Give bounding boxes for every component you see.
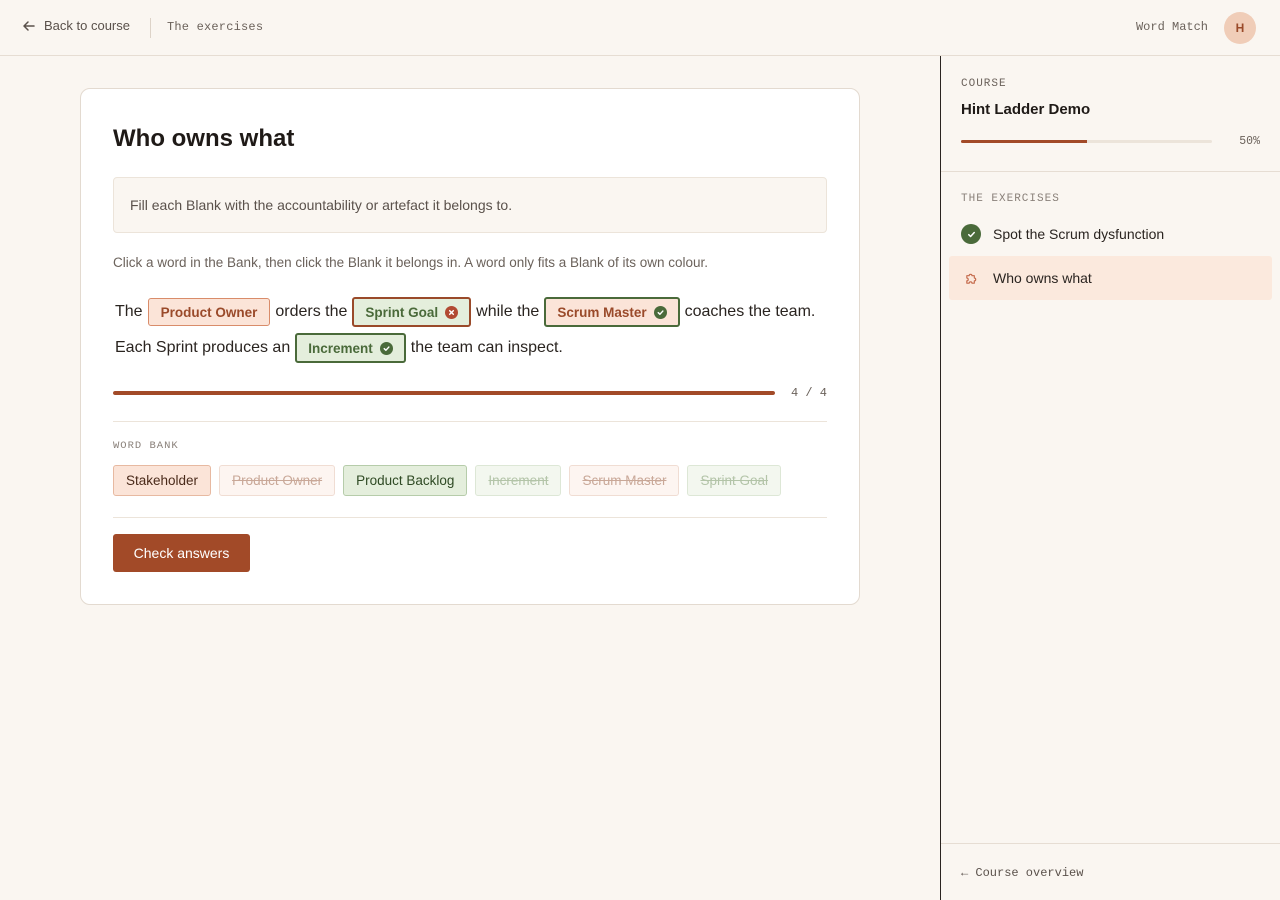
correct-icon <box>379 341 393 355</box>
avatar[interactable]: H <box>1224 12 1256 44</box>
word-chip-product-backlog[interactable]: Product Backlog <box>343 465 468 496</box>
blank-label: Sprint Goal <box>365 304 439 320</box>
blank-label: Scrum Master <box>557 304 647 320</box>
sidebar-item-spot-the-scrum-dysfunction[interactable]: Spot the Scrum dysfunction <box>949 212 1272 256</box>
word-chip-increment: Increment <box>475 465 562 496</box>
check-answers-button[interactable]: Check answers <box>113 534 250 572</box>
word-chip-scrum-master: Scrum Master <box>569 465 680 496</box>
back-label: Back to course <box>44 18 130 33</box>
exercise-title: Who owns what <box>113 125 295 152</box>
course-label: COURSE <box>961 78 1007 90</box>
sidebar-item-who-owns-what[interactable]: Who owns what <box>949 256 1272 300</box>
instruction-box: Fill each Blank with the accountability … <box>113 177 827 233</box>
sentence-line-1: The Product Owner orders the Sprint Goal… <box>113 297 817 327</box>
mode-label: Word Match <box>1135 20 1208 34</box>
course-overview-link[interactable]: ← Course overview <box>961 866 1083 880</box>
word-chip-product-owner: Product Owner <box>219 465 336 496</box>
back-to-course-link[interactable]: Back to course <box>22 18 130 33</box>
top-bar: Back to course The exercises Word Match … <box>0 0 1280 56</box>
incorrect-icon <box>445 305 459 319</box>
puzzle-icon <box>961 268 981 288</box>
fill-progress-count: 4 / 4 <box>790 386 827 400</box>
divider <box>113 517 827 518</box>
blank-label: Product Owner <box>160 304 258 320</box>
correct-icon <box>653 305 667 319</box>
sentence-line-2: Each Sprint produces an Increment the te… <box>113 333 565 363</box>
arrow-left-icon <box>23 20 35 31</box>
course-title: Hint Ladder Demo <box>961 101 1091 118</box>
sentence-text: Each Sprint produces an <box>115 339 291 356</box>
topbar-divider <box>150 18 151 38</box>
divider <box>941 843 1280 844</box>
sentence-text: coaches the team. <box>684 303 816 320</box>
course-progress-fill <box>961 140 1087 143</box>
sentence-text: orders the <box>275 303 348 320</box>
word-bank-label: WORD BANK <box>113 440 179 452</box>
divider <box>113 421 827 422</box>
divider <box>941 171 1280 172</box>
course-progress-percent: 50% <box>1239 135 1260 148</box>
sidebar-item-label: Spot the Scrum dysfunction <box>993 226 1165 242</box>
blank-product-owner[interactable]: Product Owner <box>147 298 271 326</box>
course-sidebar: COURSE Hint Ladder Demo 50% THE EXERCISE… <box>940 56 1280 900</box>
sentence-text: while the <box>476 303 540 320</box>
blank-sprint-goal[interactable]: Sprint Goal <box>352 297 472 327</box>
blank-label: Increment <box>308 340 373 356</box>
check-icon <box>961 224 981 244</box>
blank-increment[interactable]: Increment <box>295 333 406 363</box>
word-bank: Stakeholder Product Owner Product Backlog I… <box>113 465 782 496</box>
fill-progress-bar <box>113 391 775 395</box>
breadcrumb: The exercises <box>167 20 264 34</box>
help-text: Click a word in the Bank, then click the… <box>113 255 709 270</box>
fill-progress-fill <box>113 391 775 395</box>
sidebar-item-label: Who owns what <box>993 270 1092 286</box>
instruction-text: Fill each Blank with the accountability … <box>130 197 513 213</box>
sentence-text: the team can inspect. <box>410 339 563 356</box>
word-chip-stakeholder[interactable]: Stakeholder <box>113 465 212 496</box>
sentence-text: The <box>115 303 143 320</box>
exercises-label: THE EXERCISES <box>961 193 1060 205</box>
blank-scrum-master[interactable]: Scrum Master <box>544 297 680 327</box>
word-chip-sprint-goal: Sprint Goal <box>687 465 782 496</box>
exercise-card: Who owns what Fill each Blank with the a… <box>80 88 860 605</box>
course-progress-bar <box>961 140 1212 143</box>
